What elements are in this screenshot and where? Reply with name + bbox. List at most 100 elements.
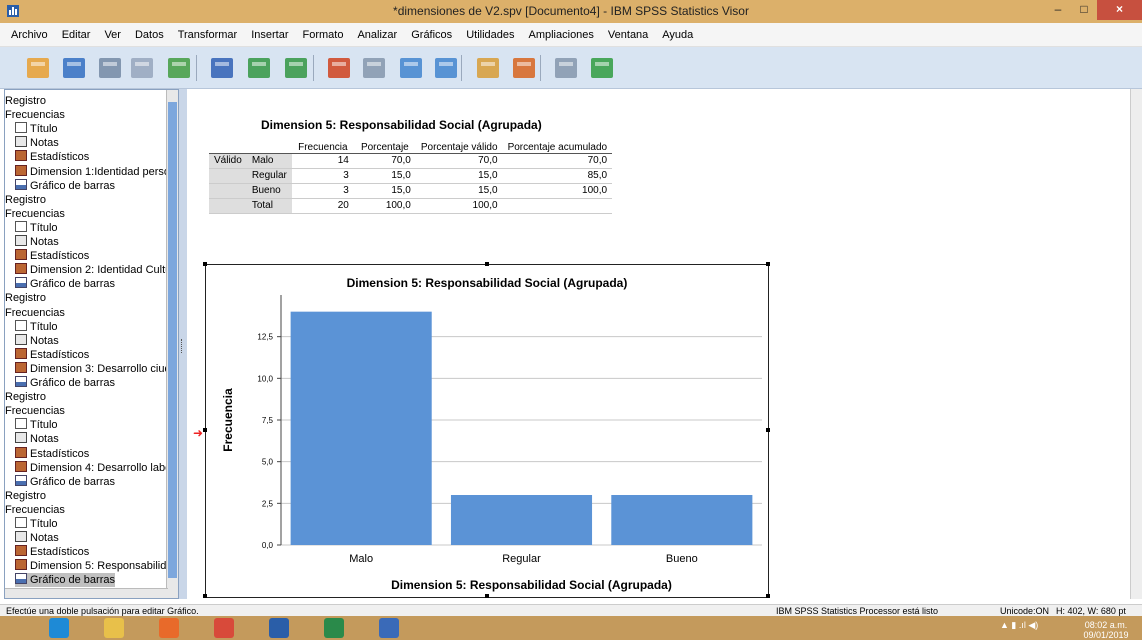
outline-item[interactable]: Dimension 4: Desarrollo labo xyxy=(15,460,171,475)
menu-item[interactable]: Ventana xyxy=(601,29,655,41)
menu-item[interactable]: Utilidades xyxy=(459,29,521,41)
recall-dialog-icon[interactable] xyxy=(208,55,236,81)
save-icon[interactable] xyxy=(60,55,88,81)
outline-item[interactable]: Título xyxy=(15,220,58,235)
outline-item[interactable]: Título xyxy=(15,122,58,136)
menu-item[interactable]: Datos xyxy=(128,29,171,41)
pane-splitter[interactable] xyxy=(179,89,187,599)
outline-item[interactable]: Estadísticos xyxy=(15,150,89,164)
goto-variable-icon[interactable] xyxy=(397,55,425,81)
outline-item[interactable]: Notas xyxy=(15,136,59,150)
title-icon xyxy=(15,319,27,331)
export-icon[interactable] xyxy=(165,55,193,81)
splitter-grip-icon[interactable] xyxy=(181,339,184,353)
undo-icon[interactable] xyxy=(245,55,273,81)
outline-vertical-scrollbar[interactable] xyxy=(166,90,178,598)
print-preview-icon[interactable] xyxy=(128,55,156,81)
resize-handle[interactable] xyxy=(203,594,207,598)
outline-item[interactable]: Frecuencias xyxy=(5,108,65,122)
outline-item[interactable]: Gráfico de barras xyxy=(15,573,115,588)
frequency-table[interactable]: Frecuencia Porcentaje Porcentaje válido … xyxy=(209,138,613,214)
chrome-icon[interactable] xyxy=(205,616,241,640)
open-icon[interactable] xyxy=(24,55,52,81)
outline-item[interactable]: Registro xyxy=(5,291,46,305)
outline-item[interactable]: Registro xyxy=(5,489,46,503)
resize-handle[interactable] xyxy=(203,262,207,266)
outline-item[interactable]: Estadísticos xyxy=(15,249,89,263)
file-explorer-icon[interactable] xyxy=(95,616,131,640)
outline-item[interactable]: Gráfico de barras xyxy=(15,376,115,390)
insert-icon[interactable] xyxy=(588,55,616,81)
redo-icon[interactable] xyxy=(282,55,310,81)
designate-window-icon[interactable] xyxy=(510,55,538,81)
resize-handle[interactable] xyxy=(485,262,489,266)
bar-chart[interactable]: Dimension 5: Responsabilidad Social (Agr… xyxy=(203,262,770,598)
outline-item[interactable]: Registro xyxy=(5,193,46,207)
menu-item[interactable]: Ayuda xyxy=(655,29,700,41)
show-outline-icon[interactable] xyxy=(474,55,502,81)
outline-item[interactable]: Título xyxy=(15,517,58,531)
outline-item[interactable]: Dimension 1:Identidad perso xyxy=(15,164,170,179)
outline-item[interactable]: Estadísticos xyxy=(15,545,89,559)
goto-data-icon[interactable] xyxy=(325,55,353,81)
outline-item[interactable]: Notas xyxy=(15,333,59,348)
outline-item[interactable]: Título xyxy=(15,319,58,334)
menu-item[interactable]: Gráficos xyxy=(404,29,459,41)
menu-item[interactable]: Archivo xyxy=(4,29,55,41)
outline-item-label: Gráfico de barras xyxy=(30,377,115,389)
outline-item[interactable]: Gráfico de barras xyxy=(15,277,115,291)
outline-item[interactable]: Dimension 3: Desarrollo ciud xyxy=(15,361,171,376)
outline-item[interactable]: Frecuencias xyxy=(5,503,65,517)
toolbar-separator xyxy=(461,55,462,81)
resize-handle[interactable] xyxy=(203,428,207,432)
outline-item[interactable]: Título xyxy=(15,418,58,432)
outline-pane[interactable]: Gráfico de barras Dimension 5: Responsabi… xyxy=(4,89,179,599)
resize-handle[interactable] xyxy=(766,594,770,598)
outline-item[interactable]: Gráfico de barras xyxy=(15,474,115,489)
menu-item[interactable]: Formato xyxy=(296,29,351,41)
content-vertical-scrollbar[interactable] xyxy=(1130,89,1142,599)
maximize-button[interactable]: □ xyxy=(1071,0,1097,20)
outline-item[interactable]: Dimension 5: Responsabilid xyxy=(15,559,166,573)
scroll-thumb[interactable] xyxy=(168,102,177,578)
clock[interactable]: 08:02 a.m. 09/01/2019 xyxy=(1076,620,1136,640)
firefox-icon[interactable] xyxy=(150,616,186,640)
outline-item[interactable]: Notas xyxy=(15,531,59,545)
menu-item[interactable]: Ampliaciones xyxy=(522,29,601,41)
word-icon[interactable] xyxy=(260,616,296,640)
hide-icon[interactable] xyxy=(552,55,580,81)
menu-item[interactable]: Ver xyxy=(97,29,128,41)
cell-pct: 15,0 xyxy=(353,168,416,184)
outline-item[interactable]: Notas xyxy=(15,432,59,446)
outline-item[interactable]: Gráfico de barras xyxy=(15,178,115,193)
menu-item[interactable]: Transformar xyxy=(171,29,245,41)
menu-item[interactable]: Editar xyxy=(55,29,98,41)
variables-icon[interactable] xyxy=(432,55,460,81)
menu-item[interactable]: Insertar xyxy=(244,29,295,41)
print-icon[interactable] xyxy=(96,55,124,81)
outline-item[interactable]: Frecuencias xyxy=(5,404,65,418)
minimize-button[interactable]: – xyxy=(1045,0,1071,20)
outline-item[interactable]: Registro xyxy=(5,390,46,404)
outline-horizontal-scrollbar[interactable] xyxy=(5,588,168,598)
outline-item[interactable]: Registro xyxy=(5,94,46,108)
outline-item[interactable]: Frecuencias xyxy=(5,306,65,320)
resize-handle[interactable] xyxy=(485,594,489,598)
network-icon[interactable]: ▲ ▮ .ıl ◀) xyxy=(1000,620,1038,631)
excel-icon[interactable] xyxy=(315,616,351,640)
resize-handle[interactable] xyxy=(766,262,770,266)
outline-item[interactable]: Notas xyxy=(15,235,59,249)
x-category-label: Regular xyxy=(502,553,541,565)
outline-item-label: Frecuencias xyxy=(5,109,65,122)
outline-item[interactable]: Frecuencias xyxy=(5,207,65,221)
ie-icon[interactable] xyxy=(40,616,76,640)
resize-handle[interactable] xyxy=(766,428,770,432)
goto-case-icon[interactable] xyxy=(360,55,388,81)
menu-item[interactable]: Analizar xyxy=(350,29,404,41)
outline-item[interactable]: Estadísticos xyxy=(15,347,89,362)
spss-icon[interactable] xyxy=(370,616,406,640)
table-title[interactable]: Dimension 5: Responsabilidad Social (Agr… xyxy=(261,118,542,132)
close-button[interactable]: × xyxy=(1097,0,1142,20)
outline-item[interactable]: Estadísticos xyxy=(15,446,89,461)
outline-item[interactable]: Dimension 2: Identidad Cultu xyxy=(15,263,171,277)
